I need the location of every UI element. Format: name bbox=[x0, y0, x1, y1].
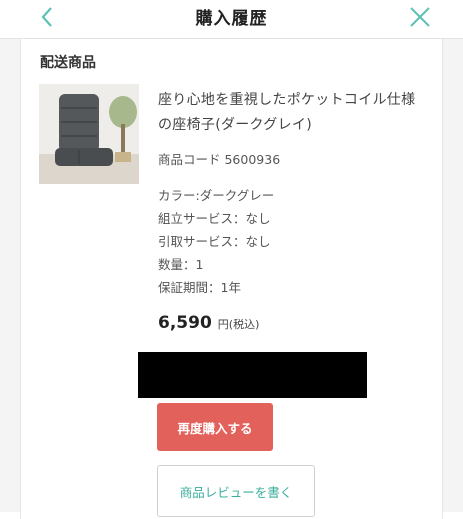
order-card: 配送商品 座り心地を重視したポケットコイル仕様の座椅子(ダークグレイ) 商品コー… bbox=[20, 39, 443, 519]
attr-quantity: 数量：1 bbox=[158, 257, 204, 272]
write-review-button[interactable]: 商品レビューを書く bbox=[157, 465, 315, 517]
attr-pickup: 引取サービス：なし bbox=[158, 234, 271, 249]
product-image[interactable] bbox=[39, 84, 139, 184]
product-code: 商品コード 5600936 bbox=[158, 152, 281, 167]
attr-color: カラー:ダークグレー bbox=[158, 188, 275, 203]
app-header: 購入履歴 bbox=[0, 0, 463, 39]
page-title: 購入履歴 bbox=[195, 9, 268, 29]
chair-image bbox=[39, 84, 139, 184]
redaction-block bbox=[138, 352, 367, 398]
price-row: 6,590 円(税込) bbox=[158, 313, 259, 333]
page-content: 配送商品 座り心地を重視したポケットコイル仕様の座椅子(ダークグレイ) 商品コー… bbox=[0, 39, 463, 519]
attr-warranty: 保証期間：1年 bbox=[158, 280, 241, 295]
close-button[interactable] bbox=[403, 2, 437, 32]
attr-assembly: 組立サービス：なし bbox=[158, 211, 271, 226]
price-value: 6,590 bbox=[158, 313, 212, 333]
section-title: 配送商品 bbox=[40, 55, 96, 71]
price-unit: 円(税込) bbox=[217, 318, 260, 331]
close-icon bbox=[410, 7, 430, 27]
product-name[interactable]: 座り心地を重視したポケットコイル仕様の座椅子(ダークグレイ) bbox=[158, 88, 428, 138]
reorder-button[interactable]: 再度購入する bbox=[157, 403, 273, 451]
